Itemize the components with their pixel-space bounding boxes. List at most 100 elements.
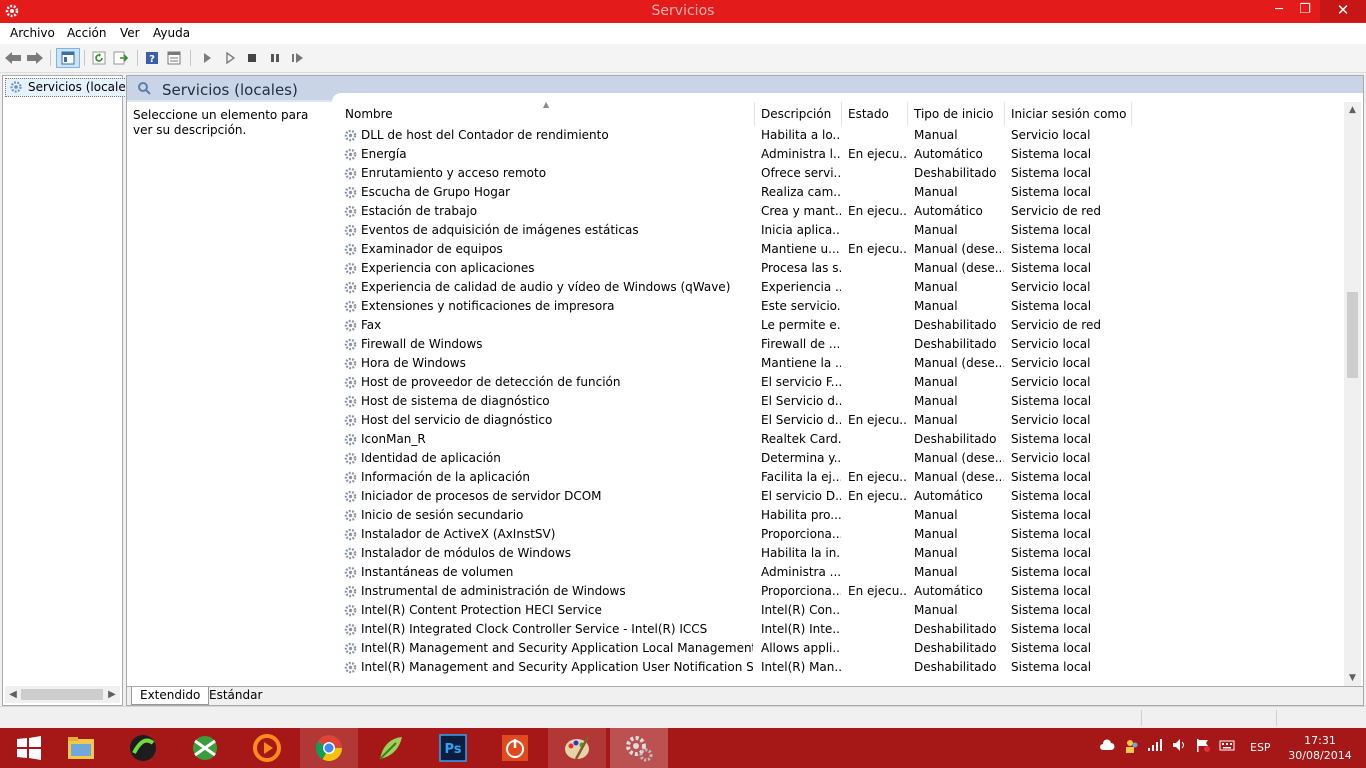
table-row[interactable]: Iniciador de procesos de servidor DCOM El… — [339, 487, 1347, 506]
service-status: En ejecu... — [848, 413, 908, 427]
power-app-icon[interactable] — [486, 728, 544, 768]
service-logon-as: Servicio local — [1011, 451, 1091, 465]
scroll-thumb[interactable] — [1347, 292, 1358, 378]
vertical-scrollbar[interactable]: ▲ ▼ — [1344, 102, 1361, 687]
pause-service-icon[interactable] — [266, 49, 284, 67]
users-icon[interactable] — [1124, 738, 1140, 758]
back-arrow-icon[interactable] — [4, 49, 22, 67]
keyboard-icon[interactable] — [1219, 738, 1235, 758]
service-gear-icon — [344, 319, 357, 332]
table-row[interactable]: Intel(R) Management and Security Applica… — [339, 639, 1347, 658]
column-header-estado[interactable]: Estado — [842, 102, 908, 126]
console-tree-icon[interactable] — [56, 48, 80, 68]
help-icon[interactable]: ? — [143, 49, 161, 67]
properties-icon[interactable] — [165, 49, 183, 67]
tree-horizontal-scrollbar[interactable]: ◀ ▶ — [5, 686, 120, 703]
table-row[interactable]: Estación de trabajo Crea y mant... En ejec… — [339, 202, 1347, 221]
clock[interactable]: 17:31 30/08/2014 — [1288, 733, 1352, 763]
file-explorer-icon[interactable] — [52, 728, 110, 768]
restart-service-icon[interactable] — [289, 49, 307, 67]
forward-arrow-icon[interactable] — [26, 49, 44, 67]
table-row[interactable]: Intel(R) Integrated Clock Controller Ser… — [339, 620, 1347, 639]
table-row[interactable]: Extensiones y notificaciones de impresor… — [339, 297, 1347, 316]
table-row[interactable]: Energía Administra l... En ejecu... Automát… — [339, 145, 1347, 164]
stop-service-icon[interactable] — [243, 49, 261, 67]
service-gear-icon — [344, 129, 357, 142]
menu-ver[interactable]: Ver — [120, 26, 140, 40]
service-description: Firewall de ... — [761, 337, 841, 351]
services-gear-icon[interactable] — [610, 728, 668, 768]
minimize-button[interactable]: ─ — [1266, 0, 1292, 22]
table-row[interactable]: Intel(R) Content Protection HECI Service… — [339, 601, 1347, 620]
table-row[interactable]: Host del servicio de diagnóstico El Servi… — [339, 411, 1347, 430]
photoshop-icon[interactable]: Ps — [424, 728, 482, 768]
service-description: Inicia aplica... — [761, 223, 841, 237]
windows-start-icon[interactable] — [0, 728, 58, 768]
table-row[interactable]: Host de proveedor de detección de funció… — [339, 373, 1347, 392]
scroll-right-arrow-icon[interactable]: ▶ — [104, 686, 120, 703]
service-logon-as: Sistema local — [1011, 508, 1092, 522]
cloud-icon[interactable] — [1099, 738, 1115, 758]
column-header-iniciar-sesion[interactable]: Iniciar sesión como — [1005, 102, 1132, 126]
service-startup-type: Automático — [914, 204, 983, 218]
tree-item-servicios-locales[interactable]: Servicios (locales) — [5, 78, 141, 97]
table-row[interactable]: Instalador de módulos de Windows Habilita… — [339, 544, 1347, 563]
service-description: Facilita la ej... — [761, 470, 841, 484]
export-list-icon[interactable] — [112, 49, 130, 67]
refresh-icon[interactable] — [90, 49, 108, 67]
chrome-icon[interactable] — [300, 728, 358, 768]
scroll-left-arrow-icon[interactable]: ◀ — [5, 686, 21, 703]
tab-extendido[interactable]: Extendido — [131, 687, 210, 705]
close-button[interactable]: ✕ — [1320, 0, 1366, 22]
tab-estandar[interactable]: Estándar — [201, 687, 270, 704]
table-row[interactable]: Hora de Windows Mantiene la ... Manual (de… — [339, 354, 1347, 373]
table-row[interactable]: Eventos de adquisición de imágenes estát… — [339, 221, 1347, 240]
table-row[interactable]: Instantáneas de volumen Administra ... Man… — [339, 563, 1347, 582]
service-name: DLL de host del Contador de rendimiento — [361, 128, 609, 142]
paint-icon[interactable] — [548, 728, 606, 768]
leaf-app-icon[interactable] — [362, 728, 420, 768]
table-row[interactable]: Identidad de aplicación Determina y... Man… — [339, 449, 1347, 468]
menu-bar: Archivo Acción Ver Ayuda — [0, 23, 1366, 44]
menu-accion[interactable]: Acción — [67, 26, 106, 40]
table-row[interactable]: Host de sistema de diagnóstico El Servici… — [339, 392, 1347, 411]
table-row[interactable]: Experiencia con aplicaciones Procesa las … — [339, 259, 1347, 278]
table-row[interactable]: Fax Le permite e... Deshabilitado Servicio … — [339, 316, 1347, 335]
service-description: Determina y... — [761, 451, 841, 465]
scroll-thumb[interactable] — [21, 689, 103, 700]
orange-player-icon[interactable] — [238, 728, 296, 768]
table-row[interactable]: IconMan_R Realtek Card... Deshabilitado Sis… — [339, 430, 1347, 449]
action-center-flag-icon[interactable] — [1195, 738, 1211, 758]
service-description: El servicio D... — [761, 489, 841, 503]
table-row[interactable]: Experiencia de calidad de audio y vídeo … — [339, 278, 1347, 297]
signal-strength-icon[interactable] — [1147, 738, 1163, 758]
maximize-button[interactable]: ❐ — [1292, 0, 1318, 22]
start-service-alt-icon[interactable] — [221, 49, 239, 67]
column-header-tipo-inicio[interactable]: Tipo de inicio — [908, 102, 1005, 126]
table-row[interactable]: Instalador de ActiveX (AxInstSV) Proporci… — [339, 525, 1347, 544]
scroll-down-arrow-icon[interactable]: ▼ — [1344, 670, 1361, 687]
scroll-up-arrow-icon[interactable]: ▲ — [1344, 102, 1361, 119]
service-logon-as: Sistema local — [1011, 641, 1092, 655]
column-header-descripcion[interactable]: Descripción — [755, 102, 842, 126]
table-row[interactable]: Inicio de sesión secundario Habilita pro.… — [339, 506, 1347, 525]
table-row[interactable]: Intel(R) Management and Security Applica… — [339, 658, 1347, 677]
green-app-icon[interactable] — [114, 728, 172, 768]
table-row[interactable]: Enrutamiento y acceso remoto Ofrece servi… — [339, 164, 1347, 183]
volume-icon[interactable] — [1172, 738, 1188, 758]
table-row[interactable]: Escucha de Grupo Hogar Realiza cam... Manu… — [339, 183, 1347, 202]
service-description: Habilita la in... — [761, 546, 841, 560]
table-row[interactable]: Examinador de equipos Mantiene u... En eje… — [339, 240, 1347, 259]
table-row[interactable]: Información de la aplicación Facilita la … — [339, 468, 1347, 487]
column-header-nombre[interactable]: Nombre — [339, 102, 755, 126]
service-description: Habilita pro... — [761, 508, 841, 522]
service-gear-icon — [344, 148, 357, 161]
start-service-icon[interactable] — [198, 49, 216, 67]
table-row[interactable]: Firewall de Windows Firewall de ... Deshab… — [339, 335, 1347, 354]
table-row[interactable]: DLL de host del Contador de rendimiento H… — [339, 126, 1347, 145]
menu-ayuda[interactable]: Ayuda — [153, 26, 190, 40]
menu-archivo[interactable]: Archivo — [10, 26, 55, 40]
language-indicator[interactable]: ESP — [1250, 738, 1271, 758]
green-globe-icon[interactable] — [176, 728, 234, 768]
table-row[interactable]: Instrumental de administración de Window… — [339, 582, 1347, 601]
